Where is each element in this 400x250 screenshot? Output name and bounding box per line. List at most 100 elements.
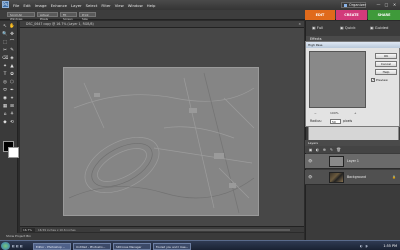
tab-guided[interactable]: ▣ Guided bbox=[370, 23, 388, 33]
layer-row-background[interactable]: 👁 Background 🔒 bbox=[305, 170, 400, 185]
scroll-all-windows-button[interactable]: Scroll All Windows bbox=[7, 12, 35, 21]
zoom-out-button[interactable]: − bbox=[314, 111, 317, 115]
quick-launch-icon[interactable]: ◧ bbox=[12, 244, 15, 248]
tool-icon[interactable]: ✋ bbox=[9, 24, 15, 30]
tool-icon[interactable]: ⌫ bbox=[2, 56, 8, 62]
layers-toolbar: ▣ ◐ ⊕ ✎ 🗑 bbox=[305, 146, 400, 153]
tool-icon[interactable]: ⬭ bbox=[2, 88, 8, 94]
start-button[interactable] bbox=[1, 242, 10, 250]
tool-icon[interactable]: ◉ bbox=[2, 96, 8, 102]
radius-input[interactable]: 50 bbox=[330, 119, 341, 124]
document-title: DSC_0647 copy @ 16.7% (Layer 1, RGB/8) bbox=[26, 22, 94, 26]
taskbar: ◧ ◧ ◧ Editor - Photoshop ... Untitled - … bbox=[0, 240, 400, 250]
document-info: 16.59 inches x 10.6 inches (300 ppi) bbox=[38, 228, 76, 236]
menu-layer[interactable]: Layer bbox=[71, 3, 82, 8]
horizontal-scrollbar[interactable] bbox=[100, 229, 290, 231]
menu-edit[interactable]: Edit bbox=[23, 3, 30, 8]
tool-icon[interactable]: ✦ bbox=[2, 64, 8, 70]
tool-icon[interactable]: ⚘ bbox=[9, 112, 15, 118]
print-size-button[interactable]: Print Size bbox=[79, 12, 96, 21]
background-color-swatch[interactable] bbox=[8, 147, 19, 158]
tab-edit[interactable]: EDIT bbox=[305, 10, 335, 20]
high-pass-image bbox=[64, 68, 258, 215]
zoom-in-button[interactable]: + bbox=[354, 111, 357, 115]
task-button[interactable]: Editor - Photoshop ... bbox=[33, 242, 71, 250]
menu-list: File Edit Image Enhance Layer Select Fil… bbox=[13, 3, 155, 8]
tab-quick[interactable]: ▣ Quick bbox=[340, 23, 356, 33]
project-bin-toggle[interactable]: Show Project Bin bbox=[0, 233, 304, 240]
menu-window[interactable]: Window bbox=[128, 3, 143, 8]
organizer-button[interactable]: Organizer bbox=[341, 2, 366, 8]
tool-icon[interactable]: ✥ bbox=[9, 32, 15, 38]
organizer-icon bbox=[344, 4, 347, 7]
trash-icon[interactable]: 🗑 bbox=[336, 147, 341, 152]
layer-name: Layer 1 bbox=[347, 159, 359, 163]
tray-icon[interactable]: ◐ bbox=[360, 244, 363, 248]
tool-icon[interactable]: ⬡ bbox=[9, 80, 15, 86]
tab-full[interactable]: ▣ Full bbox=[312, 23, 323, 33]
menu-image[interactable]: Image bbox=[35, 3, 47, 8]
menu-select[interactable]: Select bbox=[86, 3, 98, 8]
quick-launch-icon[interactable]: ◧ bbox=[16, 244, 19, 248]
edit-layer-icon[interactable]: ✎ bbox=[329, 147, 334, 152]
visibility-eye-icon[interactable]: 👁 bbox=[308, 175, 312, 179]
lock-icon: 🔒 bbox=[392, 175, 396, 179]
help-button[interactable]: Help bbox=[375, 69, 397, 75]
document-tab[interactable]: DSC_0647 copy @ 16.7% (Layer 1, RGB/8) × bbox=[20, 21, 304, 28]
app-logo: Ps bbox=[2, 1, 9, 8]
tool-icon[interactable]: ↖ bbox=[2, 24, 8, 30]
close-window-button[interactable]: ✕ bbox=[391, 2, 398, 8]
tool-icon[interactable]: ◈ bbox=[9, 56, 15, 62]
cancel-button[interactable]: Cancel bbox=[375, 61, 397, 67]
tool-icon[interactable]: ▦ bbox=[2, 104, 8, 110]
ok-button[interactable]: OK bbox=[375, 53, 397, 59]
tool-icon[interactable]: ⌖ bbox=[9, 96, 15, 102]
close-document-icon[interactable]: × bbox=[298, 21, 301, 28]
new-layer-icon[interactable]: ▣ bbox=[308, 147, 313, 152]
tool-icon[interactable]: ✒ bbox=[9, 88, 15, 94]
adjustment-layer-icon[interactable]: ◐ bbox=[315, 147, 320, 152]
tool-icon[interactable]: T bbox=[2, 72, 8, 78]
tray-icon[interactable]: ◑ bbox=[365, 244, 368, 248]
tool-icon[interactable]: ⌒ bbox=[9, 40, 15, 46]
tool-icon[interactable]: ✿ bbox=[9, 72, 15, 78]
actual-pixels-button[interactable]: Actual Pixels bbox=[37, 12, 58, 21]
minimize-button[interactable]: — bbox=[375, 2, 382, 8]
maximize-button[interactable]: □ bbox=[383, 2, 390, 8]
preview-checkbox[interactable]: ✓ bbox=[371, 78, 375, 82]
menu-filter[interactable]: Filter bbox=[101, 3, 110, 8]
menu-enhance[interactable]: Enhance bbox=[51, 3, 67, 8]
layer-row-layer-1[interactable]: 👁 Layer 1 bbox=[305, 154, 400, 169]
canvas-area[interactable] bbox=[20, 28, 304, 226]
menu-help[interactable]: Help bbox=[147, 3, 156, 8]
tool-icon[interactable]: ✂ bbox=[2, 48, 8, 54]
tool-icon[interactable]: 🔍 bbox=[2, 32, 8, 38]
tool-icon[interactable]: ◎ bbox=[2, 80, 8, 86]
tool-icon[interactable]: ▲ bbox=[9, 64, 15, 70]
tab-full-label: Full bbox=[316, 25, 324, 30]
link-layers-icon[interactable]: ⊕ bbox=[322, 147, 327, 152]
task-button[interactable]: SDCcoes Manager bbox=[113, 242, 151, 250]
tool-icon[interactable]: ◆ bbox=[2, 120, 8, 126]
task-button[interactable]: Fooled you and I lose... bbox=[153, 242, 191, 250]
tab-share[interactable]: SHARE bbox=[368, 10, 400, 20]
fit-screen-button[interactable]: Fit Screen bbox=[60, 12, 77, 21]
menu-bar: Ps File Edit Image Enhance Layer Select … bbox=[0, 0, 400, 10]
tool-icon[interactable]: ⌂ bbox=[2, 112, 8, 118]
toolbox: ↖ ✋ 🔍 ✥ ⬚ ⌒ ✂ ✎ ⌫ ◈ ✦ ▲ T ✿ ◎ ⬡ ⬭ ✒ ◉ ⌖ ▦ ⊞ ⌂ ⚘ ◆ ⟲ bbox=[0, 21, 19, 240]
tab-create[interactable]: CREATE bbox=[336, 10, 367, 20]
tab-quick-label: Quick bbox=[344, 25, 356, 30]
menu-file[interactable]: File bbox=[13, 3, 19, 8]
tool-icon[interactable]: ⬚ bbox=[2, 40, 8, 46]
filter-preview[interactable] bbox=[309, 51, 366, 108]
document-image[interactable] bbox=[63, 67, 259, 216]
quick-launch-icon[interactable]: ◧ bbox=[20, 244, 23, 248]
tool-icon[interactable]: ⊞ bbox=[9, 104, 15, 110]
zoom-field[interactable]: 16.7% bbox=[22, 228, 35, 232]
project-bin-label: Show Project Bin bbox=[6, 234, 32, 238]
visibility-eye-icon[interactable]: 👁 bbox=[308, 159, 312, 163]
menu-view[interactable]: View bbox=[115, 3, 124, 8]
tool-icon[interactable]: ✎ bbox=[9, 48, 15, 54]
task-button[interactable]: Untitled - Photosho... bbox=[73, 242, 111, 250]
tool-icon[interactable]: ⟲ bbox=[9, 120, 15, 126]
